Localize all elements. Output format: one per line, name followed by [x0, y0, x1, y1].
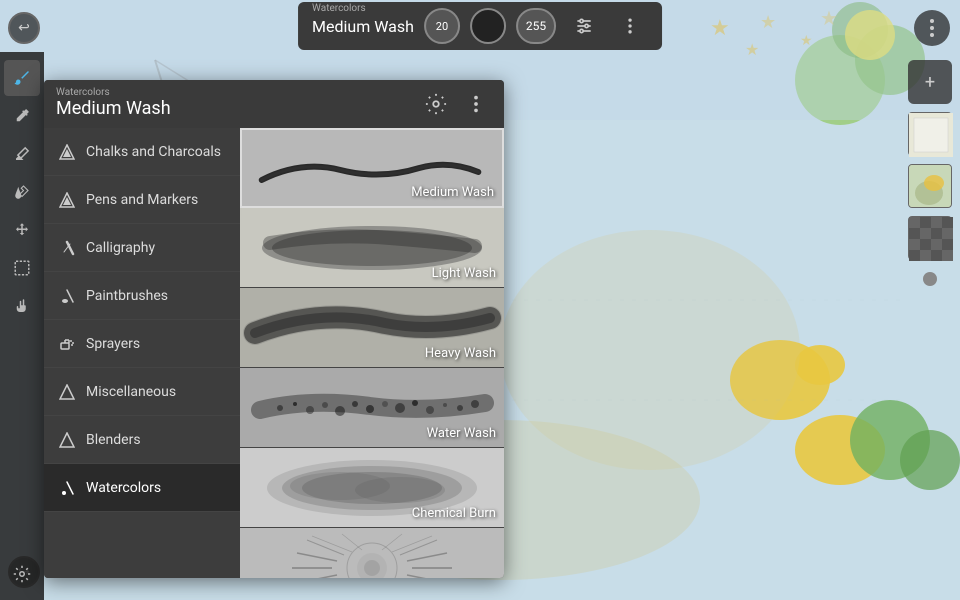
eyedropper-tool-button[interactable] — [4, 98, 40, 134]
opacity-control[interactable]: 20 — [424, 8, 460, 44]
brush-preview-dot[interactable] — [470, 8, 506, 44]
category-list: Chalks and Charcoals Pens and Markers — [44, 128, 240, 578]
category-item-watercolors[interactable]: Watercolors — [44, 464, 240, 512]
brush-label-chemical-burn: Chemical Burn — [412, 506, 496, 521]
brush-label-heavy-wash: Heavy Wash — [425, 346, 496, 361]
pan-icon — [13, 297, 31, 315]
eraser-tool-button[interactable] — [4, 136, 40, 172]
brush-item-chemical-burn[interactable]: Chemical Burn — [240, 448, 504, 528]
paintbrushes-icon — [58, 287, 76, 305]
brush-tool-icon — [13, 69, 31, 87]
smudge-tool-button[interactable] — [4, 174, 40, 210]
top-toolbar: Watercolors Medium Wash 20 255 — [0, 0, 960, 52]
chalks-icon — [58, 143, 76, 161]
selection-tool-button[interactable] — [4, 250, 40, 286]
layer-thumb-3[interactable] — [908, 216, 952, 260]
layer-thumb-1[interactable] — [908, 112, 952, 156]
panel-more-button[interactable] — [460, 88, 492, 120]
brush-panel: Watercolors Medium Wash — [44, 80, 504, 578]
brush-item-dry-fan[interactable]: Dry Fan — [240, 528, 504, 578]
category-label-watercolors: Watercolors — [86, 480, 161, 496]
toolbar-menu-icon-btn[interactable] — [612, 8, 648, 44]
category-item-miscellaneous[interactable]: Miscellaneous — [44, 368, 240, 416]
settings-icon — [13, 565, 31, 583]
pan-tool-button[interactable] — [4, 288, 40, 324]
watercolors-icon — [58, 479, 76, 497]
layer-indicator — [923, 272, 937, 286]
add-layer-button[interactable]: + — [908, 60, 952, 104]
brush-item-heavy-wash[interactable]: Heavy Wash — [240, 288, 504, 368]
left-toolbar — [0, 52, 44, 600]
brush-label-medium-wash: Medium Wash — [411, 185, 494, 200]
category-label-miscellaneous: Miscellaneous — [86, 384, 176, 400]
category-item-chalks[interactable]: Chalks and Charcoals — [44, 128, 240, 176]
brush-label-water-wash: Water Wash — [427, 426, 496, 441]
brush-item-light-wash[interactable]: Light Wash — [240, 208, 504, 288]
app-settings-button[interactable] — [4, 556, 40, 592]
transform-tool-button[interactable] — [4, 212, 40, 248]
category-label-pens: Pens and Markers — [86, 192, 198, 208]
brush-item-medium-wash[interactable]: Medium Wash — [240, 128, 504, 208]
toolbar-brush-name: Medium Wash — [312, 17, 414, 36]
category-item-blenders[interactable]: Blenders — [44, 416, 240, 464]
size-value-label: 255 — [526, 19, 546, 33]
panel-subtitle: Watercolors — [56, 88, 171, 98]
brush-item-water-wash[interactable]: Water Wash — [240, 368, 504, 448]
calligraphy-icon — [58, 239, 76, 257]
layer-2-preview — [909, 165, 952, 208]
add-icon: + — [925, 72, 935, 93]
brush-settings-icon-btn[interactable] — [566, 8, 602, 44]
category-item-sprayers[interactable]: Sprayers — [44, 320, 240, 368]
category-item-pens[interactable]: Pens and Markers — [44, 176, 240, 224]
brush-list: Medium Wash Light Wash — [240, 128, 504, 578]
panel-header-icons — [420, 88, 492, 120]
panel-gear-button[interactable] — [420, 88, 452, 120]
panel-more-vert-icon — [465, 93, 487, 115]
category-label-chalks: Chalks and Charcoals — [86, 144, 221, 160]
category-label-paintbrushes: Paintbrushes — [86, 288, 168, 304]
gear-icon — [425, 93, 447, 115]
eyedropper-icon — [13, 107, 31, 125]
category-label-calligraphy: Calligraphy — [86, 240, 155, 256]
brush-preview-dry-fan — [240, 528, 504, 578]
category-item-calligraphy[interactable]: Calligraphy — [44, 224, 240, 272]
brush-tool-button[interactable] — [4, 60, 40, 96]
layer-1-preview — [909, 113, 953, 157]
right-panel: + — [900, 52, 960, 600]
miscellaneous-icon — [58, 383, 76, 401]
brush-panel-body: Chalks and Charcoals Pens and Markers — [44, 128, 504, 578]
brush-label-light-wash: Light Wash — [432, 266, 496, 281]
toolbar-dots-icon — [620, 16, 640, 36]
sprayers-icon — [58, 335, 76, 353]
panel-header-title-group: Watercolors Medium Wash — [56, 88, 171, 120]
size-control[interactable]: 255 — [516, 8, 556, 44]
transform-icon — [13, 221, 31, 239]
category-item-paintbrushes[interactable]: Paintbrushes — [44, 272, 240, 320]
category-label-sprayers: Sprayers — [86, 336, 140, 352]
selection-icon — [13, 259, 31, 277]
toolbar-center: Watercolors Medium Wash 20 255 — [298, 2, 662, 50]
brush-panel-header: Watercolors Medium Wash — [44, 80, 504, 128]
category-label-blenders: Blenders — [86, 432, 141, 448]
opacity-value: 20 — [436, 20, 448, 33]
layer-3-preview — [909, 217, 953, 261]
toolbar-category-label: Watercolors — [312, 3, 366, 14]
blenders-icon — [58, 431, 76, 449]
panel-title: Medium Wash — [56, 98, 171, 120]
sliders-icon — [574, 16, 594, 36]
toolbar-controls: Watercolors Medium Wash 20 255 — [312, 8, 648, 44]
pens-icon — [58, 191, 76, 209]
layer-thumb-2[interactable] — [908, 164, 952, 208]
smudge-icon — [13, 183, 31, 201]
eraser-icon — [13, 145, 31, 163]
